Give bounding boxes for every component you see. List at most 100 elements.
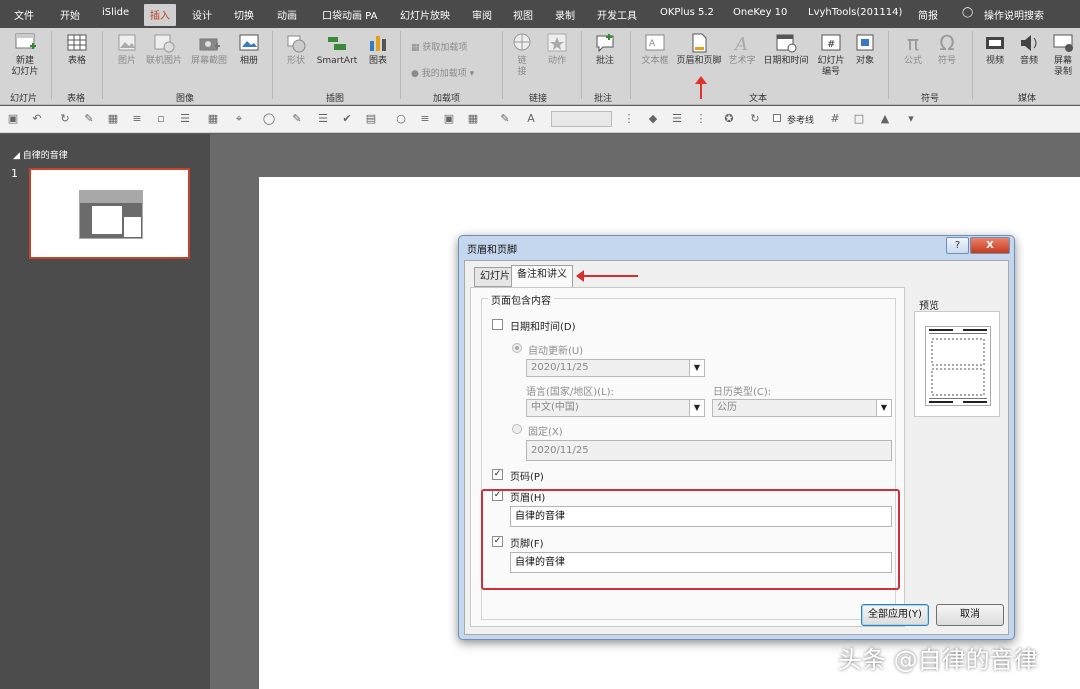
menu-animations[interactable]: 动画 xyxy=(277,7,297,22)
menu-transitions[interactable]: 切换 xyxy=(234,7,254,22)
smartart-icon xyxy=(325,32,349,54)
screenshot-button[interactable]: 屏幕截图 xyxy=(188,32,230,67)
selection-icon[interactable]: □ xyxy=(852,112,866,126)
menu-pocket-animation[interactable]: 口袋动画 PA xyxy=(322,7,377,22)
datetime-button[interactable]: 日期和时间 xyxy=(760,32,812,67)
group-icon[interactable]: ▦ xyxy=(106,112,120,126)
picture-format-icon[interactable]: ▦ xyxy=(466,112,480,126)
new-slide-button[interactable]: 新建 幻灯片 xyxy=(6,32,44,78)
menu-design[interactable]: 设计 xyxy=(192,7,212,22)
list-icon[interactable]: ☰ xyxy=(316,112,330,126)
picture-button[interactable]: 图片 xyxy=(110,32,144,67)
symbol-button[interactable]: Ω 符号 xyxy=(930,32,964,67)
menu-review[interactable]: 审阅 xyxy=(472,7,492,22)
align-icon[interactable]: ≡ xyxy=(130,112,144,126)
comment-button[interactable]: 批注 xyxy=(588,32,622,67)
thumbnail-image xyxy=(79,190,143,239)
svg-text:A: A xyxy=(733,34,748,54)
fixed-date-input[interactable]: 2020/11/25 xyxy=(526,440,892,461)
page-number-checkbox[interactable]: ✓ xyxy=(492,469,503,480)
outline-icon[interactable]: ✎ xyxy=(290,112,304,126)
effects-icon[interactable]: ✪ xyxy=(722,112,736,126)
menu-view[interactable]: 视图 xyxy=(513,7,533,22)
textbox-button[interactable]: A 文本框 xyxy=(636,32,674,67)
font-color-icon[interactable]: A xyxy=(524,112,538,126)
chart-button[interactable]: 图表 xyxy=(361,32,395,67)
menu-briefing[interactable]: 简报 xyxy=(918,7,938,22)
tab-slide[interactable]: 幻灯片 xyxy=(474,267,516,287)
ribbon-separator xyxy=(502,31,503,99)
distribute-icon[interactable]: ▦ xyxy=(206,112,220,126)
qat-more-icon[interactable]: ▾ xyxy=(904,112,918,126)
crop-icon[interactable]: ⌖ xyxy=(232,112,246,126)
slide-thumbnail[interactable] xyxy=(29,168,190,259)
album-button[interactable]: 相册 xyxy=(232,32,266,67)
chevron-down-icon: ▼ xyxy=(876,400,891,416)
menu-insert[interactable]: 插入 xyxy=(144,4,176,26)
online-picture-button[interactable]: 联机图片 xyxy=(144,32,184,67)
tab-notes-handouts[interactable]: 备注和讲义 xyxy=(511,265,573,288)
fill-icon[interactable]: ▲ xyxy=(878,112,892,126)
numbering-icon[interactable]: ⋮ xyxy=(694,112,708,126)
format-painter-icon[interactable]: ✎ xyxy=(82,112,96,126)
rotate-icon[interactable]: ↻ xyxy=(748,112,762,126)
shape-icon[interactable]: ◯ xyxy=(262,112,276,126)
menu-tell-me[interactable]: 操作说明搜索 xyxy=(984,7,1044,22)
close-button[interactable]: X xyxy=(970,237,1010,254)
menu-onekey[interactable]: OneKey 10 xyxy=(733,7,787,18)
menu-slideshow[interactable]: 幻灯片放映 xyxy=(400,7,450,22)
link-button[interactable]: 链 接 xyxy=(505,32,539,78)
image-icon[interactable]: ▣ xyxy=(442,112,456,126)
audio-button[interactable]: 音频 xyxy=(1012,32,1046,67)
font-size-input[interactable] xyxy=(551,111,612,127)
get-addins-button[interactable]: ▦ 获取加载项 xyxy=(411,40,467,53)
menu-developer[interactable]: 开发工具 xyxy=(597,7,637,22)
menu-islide[interactable]: iSlide xyxy=(102,7,129,18)
language-select[interactable]: 中文(中国) ▼ xyxy=(526,399,705,417)
object-button[interactable]: 对象 xyxy=(850,32,880,67)
action-button[interactable]: 动作 xyxy=(540,32,574,67)
menu-file[interactable]: 文件 xyxy=(14,7,34,22)
text-align-icon[interactable]: ≡ xyxy=(418,112,432,126)
slide-icon[interactable]: ▫ xyxy=(154,112,168,126)
guides-checkbox[interactable] xyxy=(773,114,781,122)
camera-icon xyxy=(197,32,221,54)
help-button[interactable]: ? xyxy=(946,237,969,254)
bullets-icon[interactable]: ⋮ xyxy=(622,112,636,126)
menu-record[interactable]: 录制 xyxy=(555,7,575,22)
grid-icon[interactable]: # xyxy=(828,112,842,126)
screen-record-button[interactable]: 屏幕 录制 xyxy=(1046,32,1080,78)
menu-okplus[interactable]: OKPlus 5.2 xyxy=(660,7,714,18)
auto-update-select[interactable]: 2020/11/25 ▼ xyxy=(526,359,705,377)
fixed-radio[interactable] xyxy=(512,424,522,434)
header-footer-button[interactable]: 页眉和页脚 xyxy=(672,32,726,67)
equation-button[interactable]: π 公式 xyxy=(896,32,930,67)
brush-icon[interactable]: ✔ xyxy=(340,112,354,126)
calendar-select[interactable]: 公历 ▼ xyxy=(712,399,892,417)
menu-home[interactable]: 开始 xyxy=(60,7,80,22)
table-button[interactable]: 表格 xyxy=(60,32,94,67)
apply-all-button[interactable]: 全部应用(Y) xyxy=(861,604,929,626)
date-time-checkbox[interactable] xyxy=(492,319,503,330)
redo-icon[interactable]: ↻ xyxy=(58,112,72,126)
shapes-button[interactable]: 形状 xyxy=(279,32,313,67)
section-title[interactable]: ◢ 自律的音律 xyxy=(13,148,68,161)
cancel-button[interactable]: 取消 xyxy=(936,604,1004,626)
layers-icon[interactable]: ☰ xyxy=(670,112,684,126)
video-button[interactable]: 视频 xyxy=(978,32,1012,67)
wordart-button[interactable]: A 艺术字 xyxy=(726,32,758,67)
auto-update-label: 自动更新(U) xyxy=(528,346,584,357)
paste-icon[interactable]: ▤ xyxy=(364,112,378,126)
menu-lvyhtools[interactable]: LvyhTools(201114) xyxy=(808,7,902,18)
undo-icon[interactable]: ↶ xyxy=(30,112,44,126)
circle-icon[interactable]: ○ xyxy=(394,112,408,126)
pen-icon[interactable]: ✎ xyxy=(498,112,512,126)
slide-number-button[interactable]: # 幻灯片 编号 xyxy=(813,32,849,78)
align-left-icon[interactable]: ☰ xyxy=(178,112,192,126)
smartart-button[interactable]: SmartArt xyxy=(314,32,360,67)
save-icon[interactable]: ▣ xyxy=(6,112,20,126)
my-addins-button[interactable]: ● 我的加载项 ▾ xyxy=(411,66,474,79)
chevron-down-icon: ▾ xyxy=(469,69,475,79)
auto-update-radio[interactable] xyxy=(512,343,522,353)
lock-icon[interactable]: ◆ xyxy=(646,112,660,126)
